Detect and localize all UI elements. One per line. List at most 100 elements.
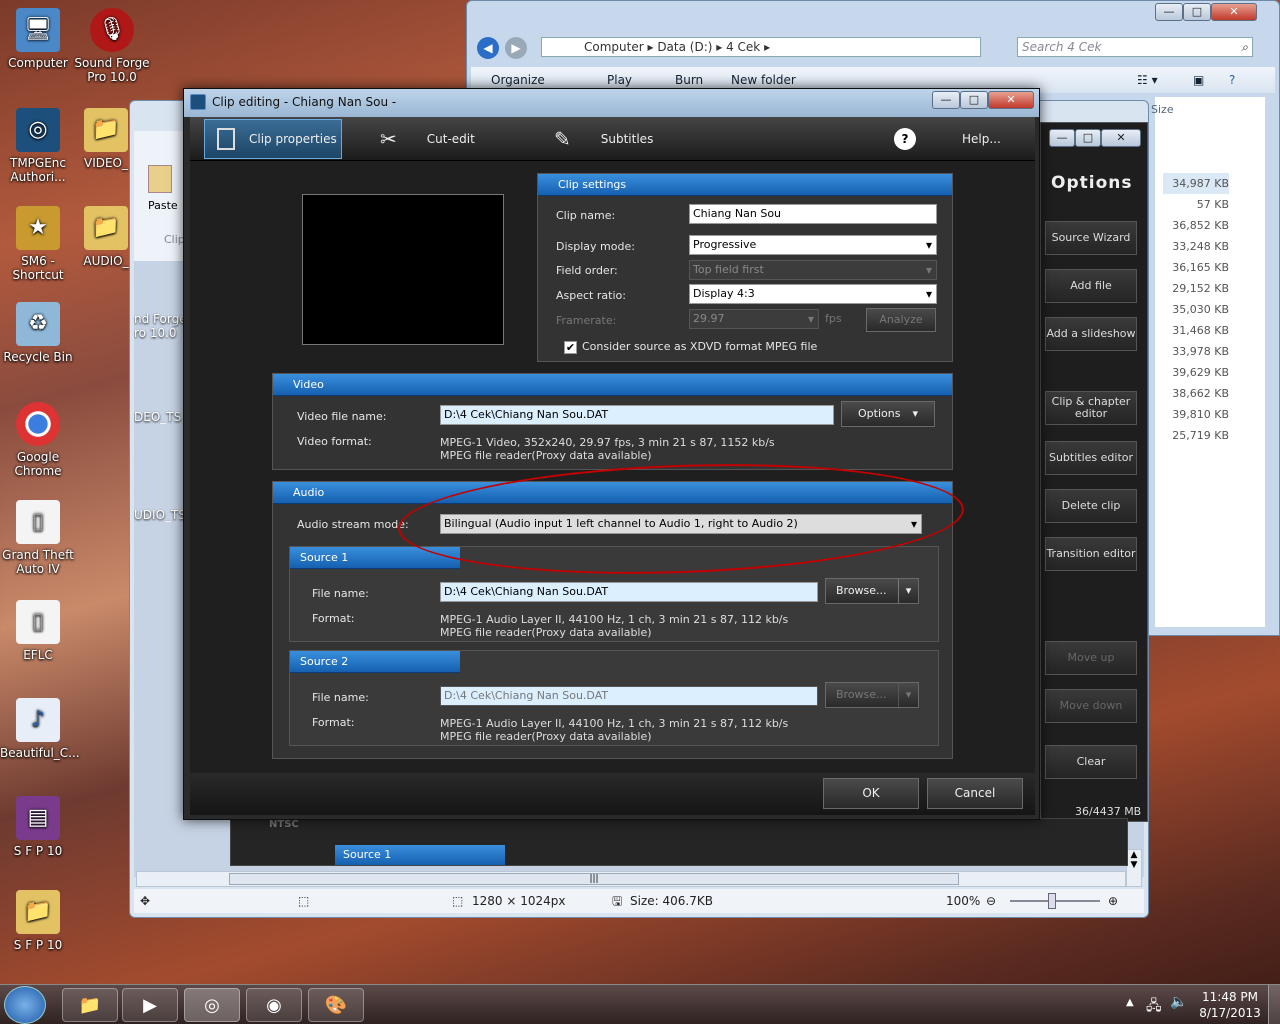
size-column-header[interactable]: Size: [1151, 103, 1174, 116]
aspect-ratio-select[interactable]: Display 4:3: [689, 284, 937, 304]
size-cell: 29,152 KB: [1172, 282, 1229, 295]
preview-pane-icon[interactable]: ▣: [1193, 67, 1204, 93]
view-icon[interactable]: ☷ ▾: [1137, 67, 1158, 93]
search-input[interactable]: Search 4 Cek ⌕: [1017, 37, 1253, 57]
video-options-button[interactable]: Options ▾: [841, 401, 935, 427]
desktop-icon-computer[interactable]: 🖥 Computer: [0, 8, 76, 70]
options-panel: — □ ✕ Options Source Wizard Add file Add…: [1040, 122, 1148, 822]
address-bar[interactable]: Computer ▸ Data (D:) ▸ 4 Cek ▸: [541, 37, 981, 57]
file-list[interactable]: Size 34,987 KB 57 KB 36,852 KB 33,248 KB…: [1151, 97, 1265, 627]
xdvd-label: Consider source as XDVD format MPEG file: [582, 340, 818, 353]
desktop-icon-mp3[interactable]: ♪ Beautiful_C...: [0, 698, 80, 760]
taskbar-explorer[interactable]: 📁: [62, 988, 118, 1022]
clip-name-input[interactable]: Chiang Nan Sou: [689, 204, 937, 224]
move-icon: ✥: [140, 894, 151, 908]
video-format-label: Video format:: [297, 435, 372, 448]
tab-cut-edit[interactable]: ✂ Cut-edit: [380, 119, 510, 159]
volume-icon[interactable]: 🔈: [1170, 994, 1187, 1010]
size-cell: 35,030 KB: [1172, 303, 1229, 316]
taskbar-tmpgenc[interactable]: ◎: [184, 988, 240, 1022]
paste-icon[interactable]: [148, 165, 172, 193]
minimize-button[interactable]: —: [1155, 3, 1183, 21]
desktop-icon-sfp10-archive[interactable]: ▤ S F P 10: [0, 796, 76, 858]
xdvd-checkbox[interactable]: ✔: [564, 341, 577, 354]
clock[interactable]: 11:48 PM 8/17/2013: [1196, 989, 1264, 1021]
tmpgenc-icon: ◎: [16, 108, 60, 152]
field-order-select[interactable]: Top field first: [689, 260, 937, 280]
source-2-browse-button[interactable]: Browse... ▾: [825, 682, 919, 708]
zoom-slider-thumb[interactable]: [1048, 893, 1056, 909]
cut-edit-icon: ✂: [380, 127, 397, 151]
tab-subtitles[interactable]: ✎ Subtitles: [554, 119, 684, 159]
desktop-icon-tmpgenc[interactable]: ◎ TMPGEnc Authori...: [0, 108, 76, 184]
desktop-icon-sound-forge[interactable]: 🎙 Sound Forge Pro 10.0: [74, 8, 150, 84]
zoom-in-button[interactable]: ⊕: [1108, 889, 1118, 913]
tab-help[interactable]: ? Help...: [894, 119, 1024, 159]
network-icon[interactable]: 🖧: [1146, 995, 1162, 1019]
desktop-icon-sm6[interactable]: ★ SM6 - Shortcut: [0, 206, 76, 282]
dropdown-arrow-icon[interactable]: ▾: [898, 579, 918, 603]
help-icon[interactable]: ?: [1229, 67, 1235, 93]
vertical-scrollbar[interactable]: ▲ ▼: [1126, 849, 1142, 887]
partial-icon-label: DEO_TS: [134, 410, 182, 424]
cancel-button[interactable]: Cancel: [927, 778, 1023, 809]
tab-clip-properties[interactable]: Clip properties: [204, 119, 342, 159]
move-down-button[interactable]: Move down: [1045, 689, 1137, 723]
paste-button[interactable]: Paste: [148, 199, 178, 212]
close-button[interactable]: ✕: [1211, 3, 1257, 21]
framerate-select[interactable]: 29.97: [689, 309, 819, 329]
desktop-icon-chrome[interactable]: Google Chrome: [0, 402, 76, 478]
transition-editor-button[interactable]: Transition editor: [1045, 537, 1137, 571]
video-file-label: Video file name:: [297, 410, 387, 423]
computer-icon: 🖥: [16, 8, 60, 52]
close-button[interactable]: ✕: [988, 91, 1034, 109]
source-wizard-button[interactable]: Source Wizard: [1045, 221, 1137, 255]
video-file-input[interactable]: D:\4 Cek\Chiang Nan Sou.DAT: [440, 405, 834, 425]
maximize-button[interactable]: □: [1183, 3, 1211, 21]
clip-editing-dialog[interactable]: Clip editing - Chiang Nan Sou - — □ ✕ Cl…: [183, 88, 1040, 820]
start-button[interactable]: [4, 986, 46, 1024]
source-1-browse-button[interactable]: Browse... ▾: [825, 578, 919, 604]
subtitles-editor-button[interactable]: Subtitles editor: [1045, 441, 1137, 475]
move-up-button[interactable]: Move up: [1045, 641, 1137, 675]
maximize-button[interactable]: □: [960, 91, 988, 109]
ok-button[interactable]: OK: [823, 778, 919, 809]
minimize-button[interactable]: —: [1049, 129, 1075, 147]
dialog-titlebar[interactable]: Clip editing - Chiang Nan Sou - — □ ✕: [184, 89, 1039, 117]
source-2-file-input[interactable]: D:\4 Cek\Chiang Nan Sou.DAT: [440, 686, 818, 706]
maximize-button[interactable]: □: [1075, 129, 1101, 147]
taskbar-paint[interactable]: 🎨: [308, 988, 364, 1022]
sound-forge-icon: 🎙: [90, 8, 134, 52]
size-cell: 25,719 KB: [1172, 429, 1229, 442]
clear-button[interactable]: Clear: [1045, 745, 1137, 779]
desktop-icon-recycle-bin[interactable]: ♻ Recycle Bin: [0, 302, 76, 364]
show-desktop-button[interactable]: [1268, 985, 1280, 1024]
add-slideshow-button[interactable]: Add a slideshow: [1045, 317, 1137, 351]
clip-chapter-editor-button[interactable]: Clip & chapter editor: [1045, 391, 1137, 425]
display-mode-select[interactable]: Progressive: [689, 235, 937, 255]
back-icon[interactable]: ◀: [477, 37, 499, 59]
minimize-button[interactable]: —: [932, 91, 960, 109]
scroll-thumb[interactable]: |||: [229, 873, 959, 885]
desktop-icon-sfp10-folder[interactable]: 📁 S F P 10: [0, 890, 76, 952]
zoom-out-button[interactable]: ⊖: [986, 889, 996, 913]
desktop-icon-gta4[interactable]: ▯ Grand Theft Auto IV: [0, 500, 76, 576]
taskbar-media-player[interactable]: ▶: [122, 988, 178, 1022]
close-button[interactable]: ✕: [1101, 129, 1141, 147]
clip-name-label: Clip name:: [556, 209, 616, 222]
taskbar-chrome[interactable]: ◉: [246, 988, 302, 1022]
desktop-icon-eflc[interactable]: ▯ EFLC: [0, 600, 76, 662]
forward-icon[interactable]: ▶: [505, 37, 527, 59]
size-cell: 39,810 KB: [1172, 408, 1229, 421]
show-hidden-icons[interactable]: ▲: [1126, 997, 1134, 1008]
source-2-header: Source 2: [290, 651, 460, 673]
analyze-button[interactable]: Analyze: [866, 308, 936, 332]
source-1-file-input[interactable]: D:\4 Cek\Chiang Nan Sou.DAT: [440, 582, 818, 602]
delete-clip-button[interactable]: Delete clip: [1045, 489, 1137, 523]
size-cell: 38,662 KB: [1172, 387, 1229, 400]
audio-stream-mode-label: Audio stream mode:: [297, 518, 409, 531]
add-file-button[interactable]: Add file: [1045, 269, 1137, 303]
dropdown-arrow-icon[interactable]: ▾: [898, 683, 918, 707]
folder-icon: 📁: [84, 206, 128, 250]
horizontal-scrollbar[interactable]: |||: [136, 871, 1126, 887]
